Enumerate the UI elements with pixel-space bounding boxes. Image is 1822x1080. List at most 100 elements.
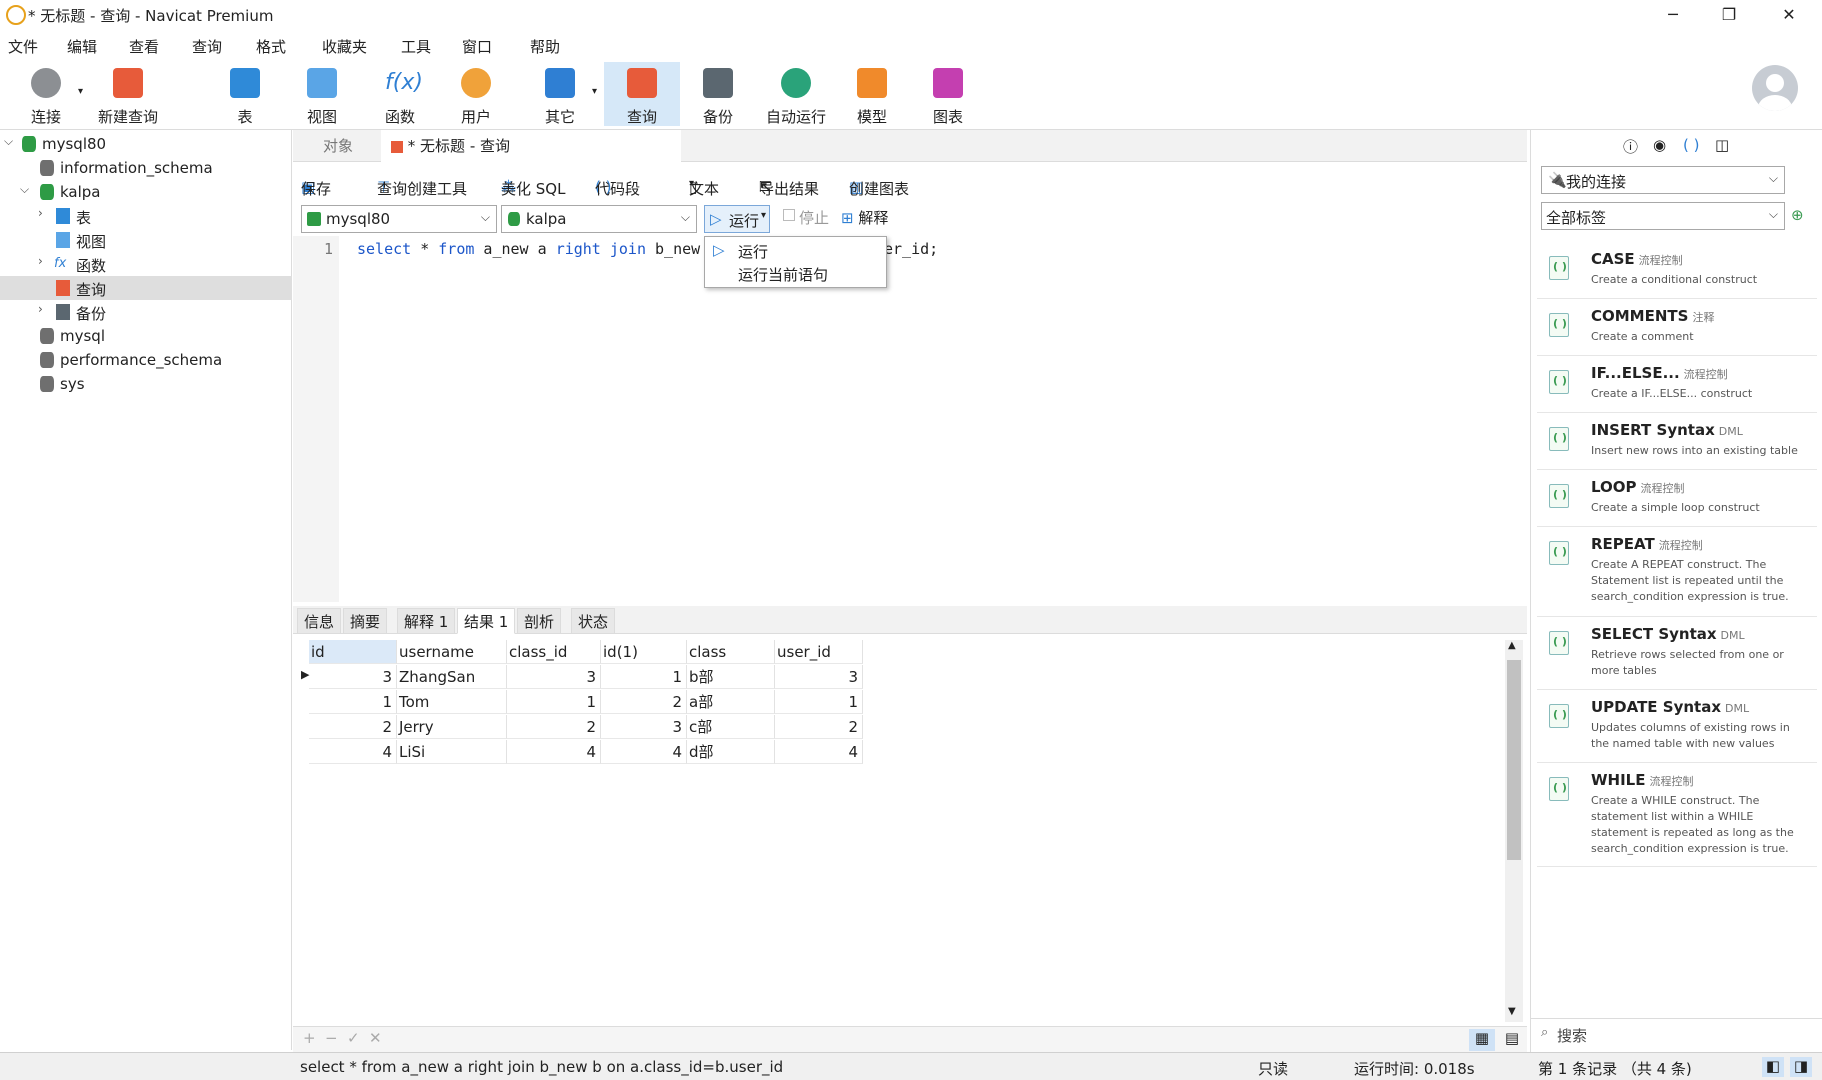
explain-button[interactable]: ⊞ 解释 (841, 207, 888, 228)
snippet-item[interactable]: ( ) LOOP 流程控制 Create a simple loop constr… (1537, 470, 1817, 527)
connect-button[interactable]: 连接 (18, 62, 74, 126)
tab-status[interactable]: 状态 (571, 608, 616, 634)
table-cell[interactable]: b部 (687, 665, 775, 689)
table-cell[interactable]: 4 (309, 740, 397, 764)
chevron-down-icon[interactable]: ⌵ (20, 182, 29, 197)
chevron-down-icon[interactable]: ▼ (1508, 1006, 1516, 1017)
view-button[interactable]: 视图 (296, 62, 348, 126)
panel-right-icon[interactable]: ◨ (1790, 1057, 1812, 1077)
tree-item-sys[interactable]: sys (0, 372, 292, 396)
table-cell[interactable]: Tom (397, 690, 507, 714)
new-query-button[interactable]: 新建查询 (92, 62, 164, 126)
minimize-icon[interactable]: ─ (1650, 2, 1696, 28)
tree-item-backups[interactable]: › 备份 (0, 300, 292, 324)
connection-select[interactable]: mysql80 ⌵ (301, 205, 497, 233)
table-cell[interactable]: 4 (775, 740, 863, 764)
tree-item-functions[interactable]: › fx 函数 (0, 252, 292, 276)
code-snippet-icon[interactable]: ( ) (1683, 136, 1699, 154)
delete-row-button[interactable]: − (325, 1029, 338, 1047)
tab-summary[interactable]: 摘要 (343, 608, 388, 634)
column-header[interactable]: username (397, 640, 507, 664)
chevron-right-icon[interactable]: › (38, 254, 43, 268)
tree-item-tables[interactable]: › 表 (0, 204, 292, 228)
table-cell[interactable]: 3 (309, 665, 397, 689)
database-select[interactable]: kalpa ⌵ (501, 205, 697, 233)
connect-dropdown-icon[interactable]: ▾ (78, 86, 83, 97)
add-snippet-icon[interactable]: ⊕ (1791, 206, 1804, 224)
chevron-up-icon[interactable]: ▲ (1508, 640, 1516, 651)
stop-button[interactable]: 停止 (799, 207, 829, 228)
tab-explain[interactable]: 解释 1 (397, 608, 456, 634)
discard-changes-button[interactable]: ✕ (369, 1029, 382, 1047)
table-cell[interactable]: 2 (507, 715, 601, 739)
table-cell[interactable]: Jerry (397, 715, 507, 739)
chevron-right-icon[interactable]: › (38, 206, 43, 220)
snippet-item[interactable]: ( ) WHILE 流程控制 Create a WHILE construct. … (1537, 763, 1817, 867)
table-cell[interactable]: c部 (687, 715, 775, 739)
menu-tools[interactable]: 工具 (401, 36, 431, 57)
tab-result[interactable]: 结果 1 (457, 608, 516, 634)
table-cell[interactable]: 1 (309, 690, 397, 714)
result-scrollbar[interactable]: ▲ ▼ (1505, 640, 1523, 1022)
table-cell[interactable]: 3 (775, 665, 863, 689)
snippet-item[interactable]: ( ) COMMENTS 注释 Create a comment (1537, 299, 1817, 356)
add-row-button[interactable]: + (303, 1029, 316, 1047)
run-dropdown-icon[interactable]: ▾ (761, 210, 766, 221)
info-icon[interactable]: ⓘ (1623, 136, 1638, 157)
menu-item-run-current[interactable]: 运行当前语句 (738, 264, 828, 285)
model-button[interactable]: 模型 (846, 62, 898, 126)
tree-item-performance-schema[interactable]: performance_schema (0, 348, 292, 372)
chevron-right-icon[interactable]: › (38, 302, 43, 316)
snippet-item[interactable]: ( ) IF...ELSE... 流程控制 Create a IF...ELSE.… (1537, 356, 1817, 413)
table-cell[interactable]: 3 (507, 665, 601, 689)
table-cell[interactable]: 4 (601, 740, 687, 764)
table-cell[interactable]: d部 (687, 740, 775, 764)
snippet-item[interactable]: ( ) CASE 流程控制 Create a conditional constr… (1537, 242, 1817, 299)
panel-left-icon[interactable]: ◧ (1762, 1057, 1784, 1077)
menu-item-run[interactable]: 运行 (738, 241, 768, 262)
tree-item-information-schema[interactable]: information_schema (0, 156, 292, 180)
chevron-down-icon[interactable]: ⌵ (4, 134, 13, 149)
table-button[interactable]: 表 (220, 62, 270, 126)
tab-objects[interactable]: 对象 (323, 130, 383, 162)
column-header[interactable]: id(1) (601, 640, 687, 664)
snippet-item[interactable]: ( ) REPEAT 流程控制 Create A REPEAT construct… (1537, 527, 1817, 617)
menu-favorites[interactable]: 收藏夹 (322, 36, 367, 57)
scrollbar-thumb[interactable] (1507, 660, 1521, 860)
tree-item-mysql80[interactable]: ⌵ mysql80 (0, 132, 292, 156)
tree-item-views[interactable]: 视图 (0, 228, 292, 252)
menu-window[interactable]: 窗口 (462, 36, 492, 57)
run-button[interactable]: ▷ 运行 ▾ (704, 205, 770, 233)
avatar[interactable] (1752, 65, 1798, 111)
table-cell[interactable]: 1 (601, 665, 687, 689)
table-cell[interactable]: 1 (507, 690, 601, 714)
tab-info[interactable]: 信息 (297, 608, 342, 634)
grid-view-icon[interactable]: ▦ (1469, 1029, 1495, 1051)
table-cell[interactable]: 3 (601, 715, 687, 739)
column-header[interactable]: id (309, 640, 397, 664)
sql-editor[interactable]: 1 select * from a_new a right join b_new… (293, 236, 1527, 602)
tab-profile[interactable]: 剖析 (517, 608, 562, 634)
chart-button[interactable]: 图表 (922, 62, 974, 126)
other-dropdown-icon[interactable]: ▾ (592, 86, 597, 97)
tree-item-kalpa[interactable]: ⌵ kalpa (0, 180, 292, 204)
snippet-item[interactable]: ( ) INSERT Syntax DML Insert new rows int… (1537, 413, 1817, 470)
table-cell[interactable]: a部 (687, 690, 775, 714)
snippet-search[interactable]: ⌕ 搜索 (1531, 1018, 1822, 1050)
tab-query[interactable]: * 无标题 - 查询 (381, 130, 681, 162)
restore-icon[interactable]: ❐ (1706, 2, 1752, 28)
table-cell[interactable]: 2 (601, 690, 687, 714)
menu-file[interactable]: 文件 (8, 36, 38, 57)
automation-button[interactable]: 自动运行 (758, 62, 834, 126)
connection-filter-select[interactable]: 🔌 我的连接 ⌵ (1541, 166, 1785, 194)
sql-code[interactable]: select * from a_new a right join b_new (357, 240, 700, 258)
table-cell[interactable]: 2 (309, 715, 397, 739)
menu-format[interactable]: 格式 (256, 36, 286, 57)
snippet-item[interactable]: ( ) UPDATE Syntax DML Updates columns of … (1537, 690, 1817, 763)
function-button[interactable]: f(x) 函数 (374, 62, 426, 126)
close-icon[interactable]: ✕ (1766, 2, 1812, 28)
menu-view[interactable]: 查看 (129, 36, 159, 57)
table-cell[interactable]: 2 (775, 715, 863, 739)
tree-item-mysql[interactable]: mysql (0, 324, 292, 348)
column-header[interactable]: class (687, 640, 775, 664)
